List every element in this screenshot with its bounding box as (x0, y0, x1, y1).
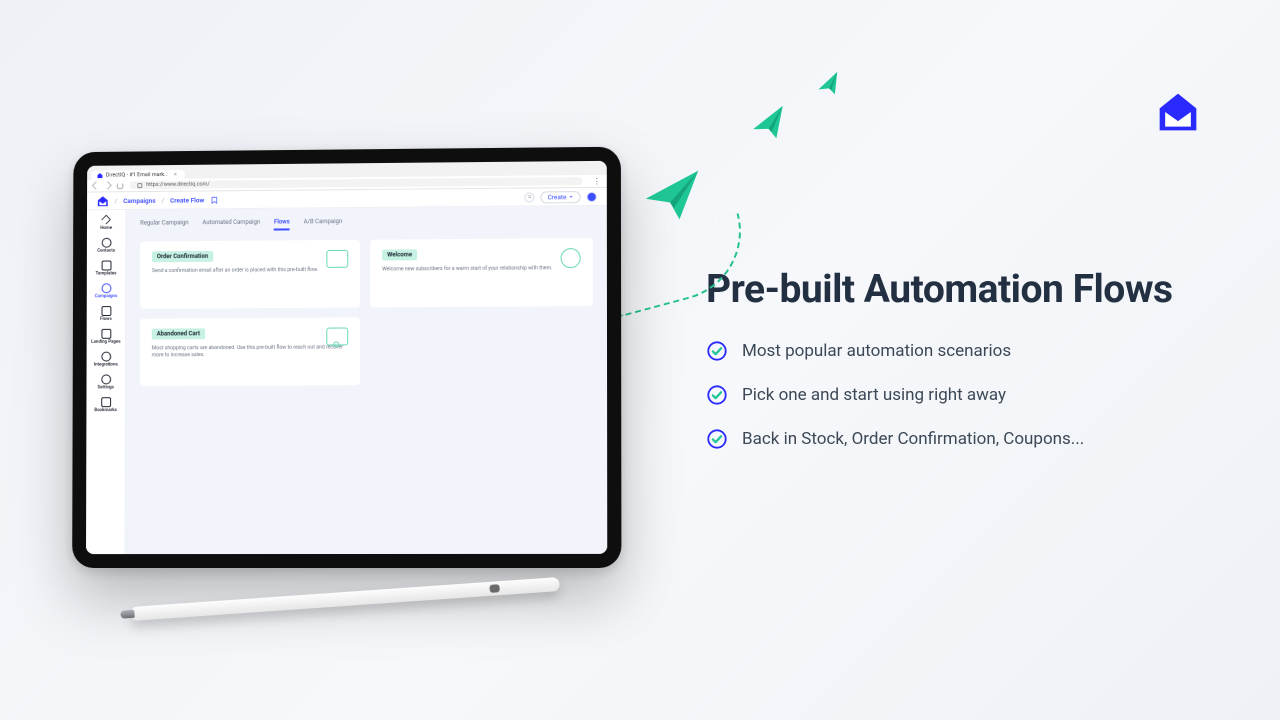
sidebar-label: Bookmarks (94, 408, 117, 413)
user-avatar[interactable] (587, 191, 597, 201)
sidebar-label: Campaigns (95, 294, 117, 299)
chevron-down-icon (569, 194, 574, 199)
sidebar-item-settings[interactable]: Settings (86, 372, 125, 392)
browser-menu-icon[interactable]: ⋮ (593, 176, 601, 185)
check-icon (706, 428, 728, 450)
main-canvas: Regular Campaign Automated Campaign Flow… (125, 206, 607, 554)
marketing-headline: Pre-built Automation Flows (706, 266, 1173, 312)
settings-icon (101, 374, 111, 384)
sidebar-item-integrations[interactable]: Integrations (87, 350, 125, 370)
nav-forward-icon[interactable] (104, 181, 112, 189)
breadcrumb-sep: / (115, 197, 118, 205)
integrations-icon (101, 352, 111, 362)
sidebar-label: Home (100, 226, 112, 231)
sidebar-item-landing-pages[interactable]: Landing Pages (87, 327, 125, 347)
nav-reload-icon[interactable] (117, 182, 124, 189)
bullet-item: Pick one and start using right away (706, 384, 1084, 406)
check-icon (706, 384, 728, 406)
templates-icon (101, 261, 111, 271)
marketing-bullets: Most popular automation scenarios Pick o… (706, 340, 1084, 472)
sidebar-label: Flows (100, 317, 112, 322)
create-button-label: Create (548, 193, 567, 201)
sidebar-label: Settings (97, 385, 114, 390)
subtab-flows[interactable]: Flows (274, 218, 290, 230)
sidebar-item-campaigns[interactable]: Campaigns (87, 281, 125, 301)
flow-card-welcome[interactable]: Welcome Welcome new subscribers for a wa… (370, 238, 593, 307)
sidebar-item-contacts[interactable]: Contacts (87, 236, 125, 256)
tab-close-icon[interactable]: × (174, 172, 177, 178)
tab-favicon-icon (97, 173, 103, 179)
flow-card-abandoned-cart[interactable]: Abandoned Cart Most shopping carts are a… (140, 317, 360, 386)
sidebar-label: Templates (96, 271, 117, 276)
home-icon (101, 215, 111, 225)
paper-plane-icon (813, 69, 845, 101)
breadcrumb-sep: / (162, 196, 165, 204)
welcome-icon (561, 248, 581, 268)
create-button[interactable]: Create (540, 191, 580, 203)
contacts-icon (101, 238, 111, 248)
lock-icon (137, 183, 142, 188)
brand-logo-icon (1156, 90, 1200, 134)
url-text: https://www.directiq.com/ (146, 182, 209, 189)
bookmarks-icon (101, 397, 111, 407)
order-confirmation-icon (326, 250, 348, 268)
sidebar: Home Contacts Templates Campaigns Flows … (86, 210, 126, 554)
tab-title: DirectIQ - #1 Email mark.. (106, 172, 167, 179)
app-body: Home Contacts Templates Campaigns Flows … (86, 206, 607, 554)
flows-icon (101, 306, 111, 316)
bullet-item: Back in Stock, Order Confirmation, Coupo… (706, 428, 1084, 450)
sidebar-item-templates[interactable]: Templates (87, 258, 125, 278)
campaign-subtabs: Regular Campaign Automated Campaign Flow… (140, 216, 593, 232)
breadcrumb-create-flow[interactable]: Create Flow (170, 196, 204, 204)
stylus-decoration (130, 577, 560, 621)
bullet-item: Most popular automation scenarios (706, 340, 1084, 362)
url-field[interactable]: https://www.directiq.com/ (129, 177, 582, 189)
sidebar-item-flows[interactable]: Flows (87, 304, 125, 324)
app-logo-icon[interactable] (97, 195, 109, 207)
sidebar-label: Integrations (94, 362, 118, 367)
card-title: Welcome (382, 249, 417, 260)
bullet-text: Most popular automation scenarios (742, 341, 1011, 361)
paper-plane-icon (642, 165, 702, 225)
breadcrumb-campaigns[interactable]: Campaigns (123, 196, 155, 204)
landing-pages-icon (101, 329, 111, 339)
bullet-text: Back in Stock, Order Confirmation, Coupo… (742, 429, 1084, 449)
campaigns-icon (101, 283, 111, 293)
sidebar-item-bookmarks[interactable]: Bookmarks (86, 395, 125, 415)
subtab-ab[interactable]: A/B Campaign (304, 218, 343, 230)
bookmark-icon[interactable] (210, 196, 218, 204)
sidebar-item-home[interactable]: Home (87, 214, 125, 233)
bullet-text: Pick one and start using right away (742, 385, 1006, 405)
card-title: Order Confirmation (152, 251, 213, 262)
tablet-device-mock: DirectIQ - #1 Email mark.. × https://www… (72, 147, 621, 568)
card-desc: Most shopping carts are abandoned. Use t… (152, 344, 349, 359)
search-button[interactable] (524, 192, 534, 202)
search-icon (527, 195, 532, 200)
abandoned-cart-icon (326, 327, 348, 345)
flow-cards-grid: Order Confirmation Send a confirmation e… (140, 238, 593, 386)
flow-card-order-confirmation[interactable]: Order Confirmation Send a confirmation e… (140, 240, 360, 309)
check-icon (706, 340, 728, 362)
subtab-automated[interactable]: Automated Campaign (202, 219, 260, 231)
tablet-screen: DirectIQ - #1 Email mark.. × https://www… (86, 161, 607, 554)
sidebar-label: Landing Pages (91, 340, 120, 345)
card-desc: Send a confirmation email after an order… (152, 267, 348, 276)
subtab-regular[interactable]: Regular Campaign (140, 219, 188, 231)
card-desc: Welcome new subscribers for a warm start… (382, 265, 581, 274)
card-title: Abandoned Cart (152, 328, 205, 339)
sidebar-label: Contacts (97, 249, 115, 254)
nav-back-icon[interactable] (92, 181, 100, 189)
paper-plane-icon (747, 102, 791, 146)
